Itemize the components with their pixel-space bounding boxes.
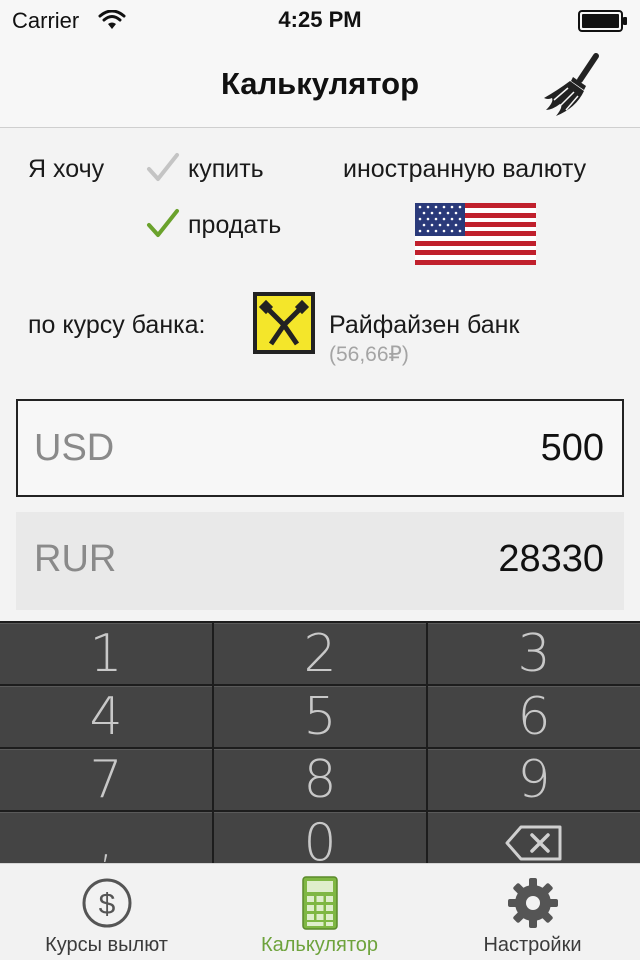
to-currency-code: RUR bbox=[34, 538, 117, 580]
gear-icon bbox=[507, 878, 558, 928]
broom-icon[interactable] bbox=[540, 50, 610, 120]
tab-bar: $ Курсы вылют Калькулятор Настройки bbox=[0, 863, 640, 960]
dollar-coin-icon: $ bbox=[82, 878, 131, 928]
from-amount-field[interactable]: USD 500 bbox=[16, 399, 624, 497]
calculator-icon bbox=[301, 876, 338, 930]
tab-settings[interactable]: Настройки bbox=[426, 864, 639, 960]
key-9[interactable]: 9 bbox=[428, 749, 640, 810]
tab-rates[interactable]: $ Курсы вылют bbox=[0, 864, 213, 960]
battery-icon bbox=[578, 10, 627, 32]
foreign-currency-label: иностранную валюту bbox=[343, 155, 587, 183]
check-icon-sell[interactable] bbox=[146, 207, 180, 241]
svg-text:$: $ bbox=[98, 888, 115, 921]
tab-label-rates: Курсы вылют bbox=[45, 934, 168, 956]
to-amount-field[interactable]: RUR 28330 bbox=[16, 512, 624, 610]
check-icon-buy[interactable] bbox=[146, 151, 180, 185]
tab-label-settings: Настройки bbox=[483, 934, 582, 956]
bank-name[interactable]: Райфайзен банк bbox=[329, 311, 519, 340]
tab-label-calculator: Калькулятор bbox=[260, 934, 379, 956]
key-1[interactable]: 1 bbox=[0, 623, 212, 684]
navigation-bar: Калькулятор bbox=[0, 40, 640, 128]
option-sell[interactable]: продать bbox=[188, 211, 281, 240]
status-time: 4:25 PM bbox=[278, 7, 362, 32]
key-7[interactable]: 7 bbox=[0, 749, 212, 810]
backspace-icon bbox=[505, 825, 562, 861]
from-amount-value: 500 bbox=[540, 427, 604, 469]
key-5[interactable]: 5 bbox=[214, 686, 426, 747]
bank-rate-label: по курсу банка: bbox=[28, 311, 206, 339]
key-3[interactable]: 3 bbox=[428, 623, 640, 684]
i-want-label: Я хочу bbox=[28, 155, 105, 183]
bank-logo-icon[interactable] bbox=[253, 292, 315, 354]
option-buy[interactable]: купить bbox=[188, 155, 264, 184]
key-8[interactable]: 8 bbox=[214, 749, 426, 810]
to-amount-value: 28330 bbox=[498, 538, 604, 580]
numeric-keypad: 1 2 3 4 5 6 7 8 9 , 0 bbox=[0, 621, 640, 873]
us-flag-icon[interactable] bbox=[415, 203, 536, 265]
from-currency-code: USD bbox=[34, 427, 115, 469]
tab-calculator[interactable]: Калькулятор bbox=[213, 864, 426, 960]
key-6[interactable]: 6 bbox=[428, 686, 640, 747]
bank-rate-value: (56,66₽) bbox=[329, 343, 409, 366]
key-4[interactable]: 4 bbox=[0, 686, 212, 747]
status-bar: Carrier 4:25 PM bbox=[0, 0, 640, 40]
calculator-form: Я хочу купить иностранную валюту продать… bbox=[0, 129, 640, 621]
key-2[interactable]: 2 bbox=[214, 623, 426, 684]
